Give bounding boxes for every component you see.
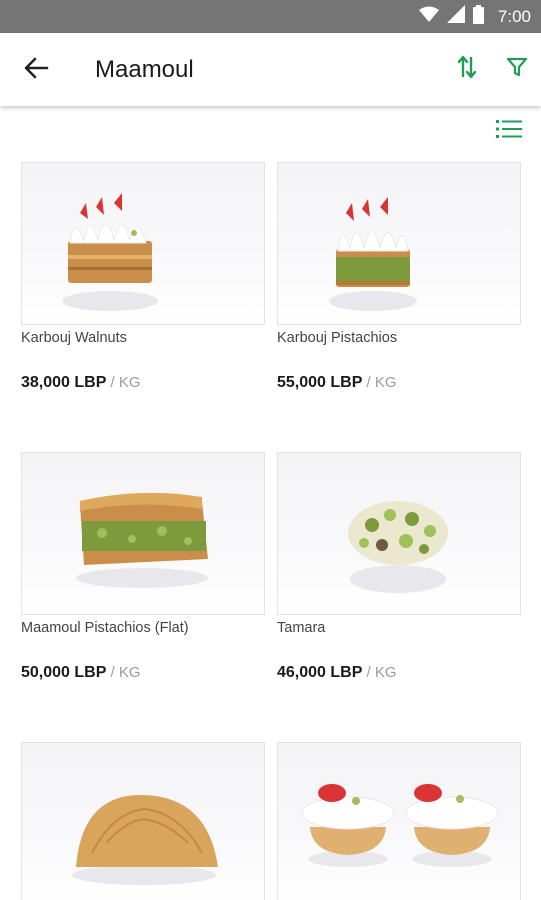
product-image xyxy=(21,452,265,615)
product-image xyxy=(21,162,265,325)
product-name: Tamara xyxy=(277,620,326,636)
status-time: 7:00 xyxy=(497,6,531,26)
view-toggle-button[interactable] xyxy=(494,118,524,144)
price-value: 50,000 LBP xyxy=(21,664,107,681)
price-value: 38,000 LBP xyxy=(21,374,107,391)
filter-funnel-icon xyxy=(506,56,528,83)
page-title: Maamoul xyxy=(95,56,194,83)
sort-button[interactable] xyxy=(452,53,482,85)
product-price: 38,000 LBP / KG xyxy=(21,374,141,392)
list-view-icon xyxy=(496,119,522,144)
price-unit: / KG xyxy=(106,664,141,681)
signal-icon xyxy=(446,5,465,28)
product-card[interactable] xyxy=(277,742,521,900)
price-unit: / KG xyxy=(362,664,397,681)
battery-icon xyxy=(472,4,484,29)
product-image xyxy=(277,452,521,615)
price-unit: / KG xyxy=(106,374,141,391)
filter-button[interactable] xyxy=(502,53,532,85)
price-value: 55,000 LBP xyxy=(277,374,363,391)
app-bar: Maamoul xyxy=(0,33,541,106)
product-price: 46,000 LBP / KG xyxy=(277,664,397,682)
wifi-icon xyxy=(418,6,439,27)
product-price: 50,000 LBP / KG xyxy=(21,664,141,682)
product-card[interactable]: Karbouj Walnuts 38,000 LBP / KG xyxy=(21,162,265,391)
product-image xyxy=(21,742,265,900)
product-price: 55,000 LBP / KG xyxy=(277,374,397,392)
product-image xyxy=(277,742,521,900)
arrow-left-icon xyxy=(23,56,49,85)
product-name: Karbouj Walnuts xyxy=(21,330,127,346)
status-bar: 7:00 xyxy=(0,0,541,33)
back-button[interactable] xyxy=(20,55,52,85)
product-name: Karbouj Pistachios xyxy=(277,330,398,346)
price-unit: / KG xyxy=(362,374,397,391)
product-card[interactable]: Karbouj Pistachios 55,000 LBP / KG xyxy=(277,162,521,391)
product-image xyxy=(277,162,521,325)
product-name: Maamoul Pistachios (Flat) xyxy=(21,620,189,636)
sort-arrows-icon xyxy=(457,54,477,85)
price-value: 46,000 LBP xyxy=(277,664,363,681)
product-card[interactable]: Maamoul Pistachios (Flat) 50,000 LBP / K… xyxy=(21,452,265,681)
product-card[interactable]: Tamara 46,000 LBP / KG xyxy=(277,452,521,681)
product-card[interactable] xyxy=(21,742,265,900)
